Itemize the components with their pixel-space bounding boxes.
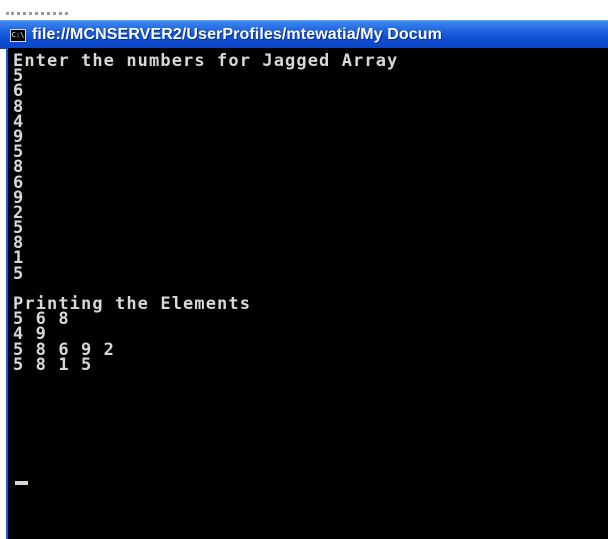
console-line: 5 8 1 5	[13, 354, 93, 375]
console-line: 5	[13, 263, 25, 284]
console-line: 5	[13, 218, 25, 239]
console-line: 8	[13, 157, 25, 178]
console-line: Enter the numbers for Jagged Array	[13, 51, 399, 71]
console-icon[interactable]: C:\	[10, 28, 26, 42]
console-line: 6	[13, 172, 25, 193]
console-line: 8	[13, 96, 25, 117]
cropped-text-fragment	[6, 6, 68, 15]
console-line: 8	[13, 233, 25, 254]
background-strip	[0, 0, 608, 20]
console-line: 1	[13, 248, 25, 269]
console-line: Printing the Elements	[13, 294, 252, 314]
text-cursor	[15, 481, 28, 485]
console-line: 5	[13, 66, 25, 87]
window-titlebar[interactable]: C:\ file://MCNSERVER2/UserProfiles/mtewa…	[0, 20, 608, 49]
window-title: file://MCNSERVER2/UserProfiles/mtewatia/…	[32, 26, 442, 43]
console-window: C:\ file://MCNSERVER2/UserProfiles/mtewa…	[0, 0, 608, 539]
console-output-area[interactable]: Enter the numbers for Jagged Array 5 6 8…	[6, 48, 608, 539]
console-line: 4	[13, 111, 25, 132]
console-line: 6	[13, 81, 25, 102]
console-line: 5	[13, 142, 25, 163]
console-line: 5 6 8	[13, 309, 70, 330]
console-line: 9	[13, 187, 25, 208]
console-line: 2	[13, 202, 25, 223]
console-line: 9	[13, 126, 25, 147]
console-lines: Enter the numbers for Jagged Array 5 6 8…	[13, 51, 399, 375]
